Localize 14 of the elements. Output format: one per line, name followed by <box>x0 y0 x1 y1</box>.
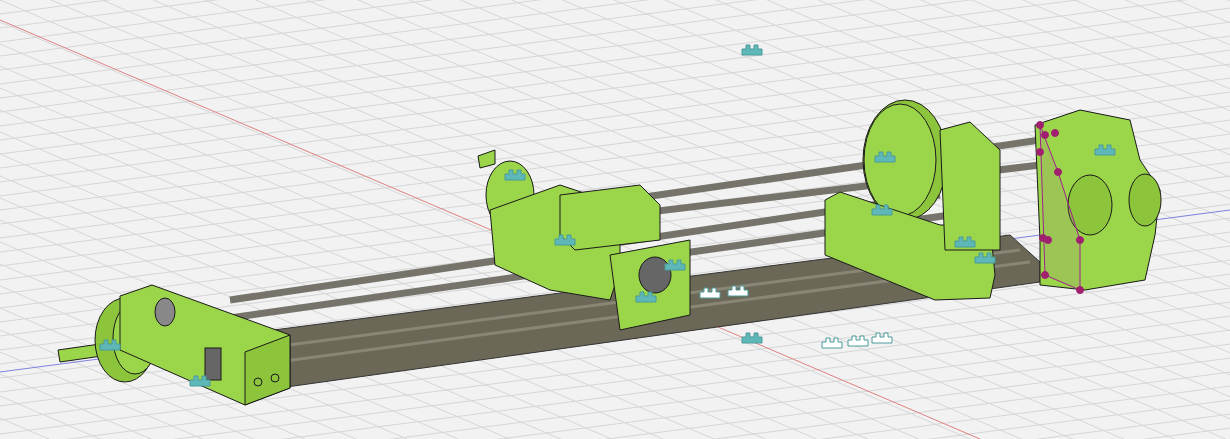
joint-icon[interactable] <box>741 332 763 344</box>
joint-icon[interactable] <box>847 335 869 347</box>
joint-icon[interactable] <box>871 204 893 216</box>
joint-icon[interactable] <box>189 375 211 387</box>
joint-icon[interactable] <box>699 287 721 299</box>
joint-icon[interactable] <box>821 337 843 349</box>
joint-icon[interactable] <box>871 332 893 344</box>
joint-icon[interactable] <box>664 259 686 271</box>
joint-icon[interactable] <box>974 252 996 264</box>
design-viewport[interactable] <box>0 0 1230 439</box>
joint-icon[interactable] <box>635 291 657 303</box>
joint-icon[interactable] <box>741 44 763 56</box>
joint-icon[interactable] <box>727 285 749 297</box>
joint-icon[interactable] <box>99 339 121 351</box>
